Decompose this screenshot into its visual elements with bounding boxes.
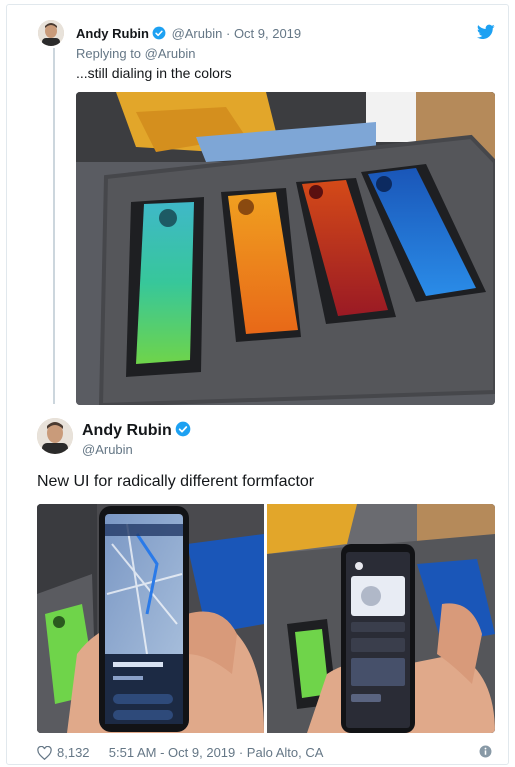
main-tweet-photo-2[interactable] (267, 504, 495, 733)
tweet-footer: 8,132 5:51 AM - Oct 9, 2019 · Palo Alto,… (37, 744, 323, 760)
replying-to-prefix: Replying to (76, 46, 142, 61)
reply-tweet-text: ...still dialing in the colors (76, 65, 232, 81)
meta-separator: · (225, 26, 231, 41)
main-author-name[interactable]: Andy Rubin (82, 422, 172, 439)
main-author-name-row: Andy Rubin (82, 421, 193, 440)
reply-author-handle[interactable]: @Arubin (172, 26, 223, 41)
main-tweet-media-grid (37, 504, 495, 733)
verified-badge-icon (175, 421, 191, 437)
reply-tweet-photo[interactable] (76, 92, 495, 405)
main-tweet-photo-1[interactable] (37, 504, 264, 733)
replying-to-handle[interactable]: @Arubin (145, 46, 196, 61)
main-author-handle[interactable]: @Arubin (82, 442, 133, 457)
reply-tweet-header: Andy Rubin @Arubin · Oct 9, 2019 (76, 26, 301, 41)
reply-tweet-date[interactable]: Oct 9, 2019 (234, 26, 301, 41)
like-count[interactable]: 8,132 (57, 745, 90, 760)
heart-icon[interactable] (37, 745, 52, 760)
reply-author-avatar[interactable] (38, 20, 64, 46)
verified-badge-icon (152, 26, 166, 40)
main-tweet-text: New UI for radically different formfacto… (37, 473, 315, 490)
tweet-timestamp[interactable]: 5:51 AM - Oct 9, 2019 · Palo Alto, CA (109, 745, 324, 760)
main-author-avatar[interactable] (37, 418, 73, 454)
twitter-bird-icon[interactable] (477, 24, 495, 40)
thread-connector-line (53, 48, 55, 404)
replying-to-line: Replying to @Arubin (76, 46, 195, 61)
info-icon[interactable] (479, 745, 492, 758)
reply-author-name[interactable]: Andy Rubin (76, 26, 149, 41)
